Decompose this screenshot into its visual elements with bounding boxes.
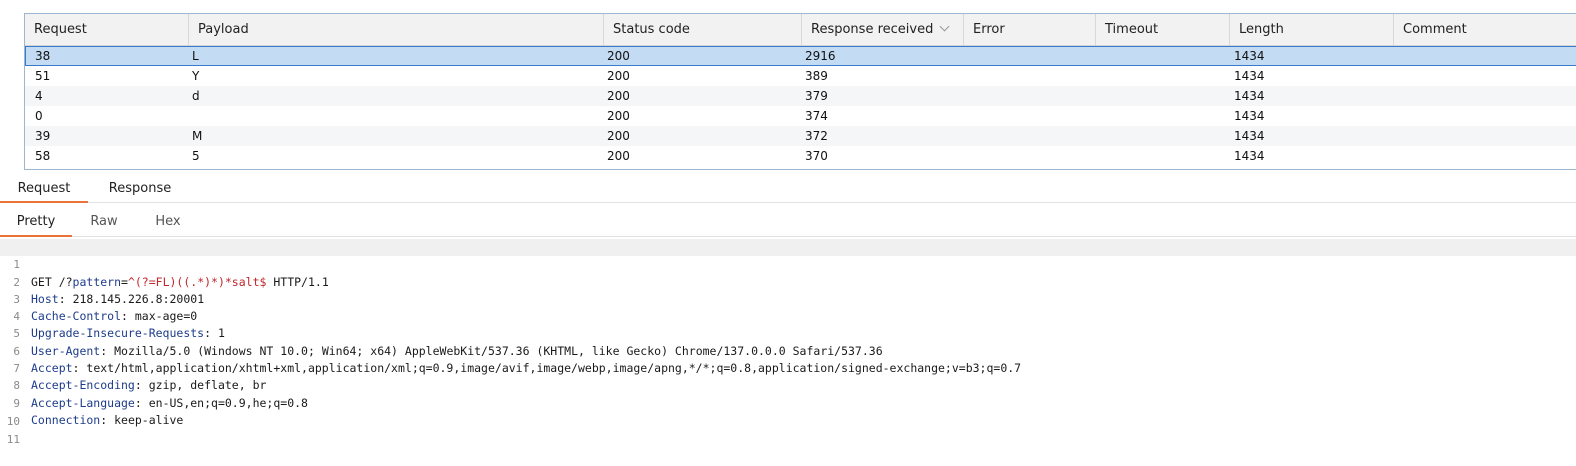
editor-line: 4 Upgrade-Insecure-Requests: 1 xyxy=(0,291,1576,340)
cell-request: 39 xyxy=(35,129,51,143)
column-header-error[interactable]: Error xyxy=(963,14,1095,45)
cell-received: 389 xyxy=(805,69,828,83)
editor-line: 2 Host: 218.145.226.8:20001 xyxy=(0,256,1576,306)
editor-line: 6 Accept: text/html,application/xhtml+xm… xyxy=(0,326,1576,375)
cell-length: 1434 xyxy=(1234,49,1265,63)
cell-payload: M xyxy=(192,129,203,143)
cell-request: 51 xyxy=(35,69,51,83)
cell-length: 1434 xyxy=(1234,149,1265,163)
cell-status: 200 xyxy=(607,109,630,123)
table-header: Request Payload Status code Response rec… xyxy=(25,14,1576,46)
request-editor[interactable]: 1 GET /?pattern=^(?=FL)((.*)*)*salt$ HTT… xyxy=(0,239,1576,446)
cell-request: 58 xyxy=(35,149,51,163)
table-row[interactable]: 38 L 200 2916 1434 xyxy=(25,46,1576,66)
cell-status: 200 xyxy=(607,149,630,163)
editor-line: 7 Accept-Encoding: gzip, deflate, br xyxy=(0,343,1576,392)
table-row[interactable]: 51 Y 200 389 1434 xyxy=(25,66,1576,86)
sort-descending-icon xyxy=(939,21,950,32)
tab-hex[interactable]: Hex xyxy=(136,206,200,236)
table-row[interactable]: 39 M 200 372 1434 xyxy=(25,126,1576,146)
cell-request: 4 xyxy=(35,89,43,103)
column-header-status-code[interactable]: Status code xyxy=(603,14,801,45)
cell-length: 1434 xyxy=(1234,69,1265,83)
column-header-comment[interactable]: Comment xyxy=(1393,14,1576,45)
cell-request: 38 xyxy=(35,49,51,63)
editor-line: 11 xyxy=(0,414,1576,446)
editor-line: 9 Connection: keep-alive xyxy=(0,377,1576,427)
cell-received: 374 xyxy=(805,109,828,123)
cell-payload: d xyxy=(192,89,200,103)
table-row[interactable]: 4 d 200 379 1434 xyxy=(25,86,1576,106)
column-header-timeout[interactable]: Timeout xyxy=(1095,14,1229,45)
cell-received: 372 xyxy=(805,129,828,143)
tab-response[interactable]: Response xyxy=(96,172,184,202)
message-tabs: Request Response xyxy=(0,172,1576,203)
cell-length: 1434 xyxy=(1234,89,1265,103)
cell-length: 1434 xyxy=(1234,109,1265,123)
editor-line: 8 Accept-Language: en-US,en;q=0.9,he;q=0… xyxy=(0,360,1576,409)
table-row[interactable]: 58 5 200 370 1434 xyxy=(25,146,1576,166)
cell-status: 200 xyxy=(607,89,630,103)
editor-line: 10 xyxy=(0,396,1576,428)
tab-raw[interactable]: Raw xyxy=(72,206,136,236)
cell-received: 379 xyxy=(805,89,828,103)
cell-payload: Y xyxy=(192,69,200,83)
table-row[interactable]: 0 200 374 1434 xyxy=(25,106,1576,126)
tab-pretty[interactable]: Pretty xyxy=(0,206,72,237)
view-tabs: Pretty Raw Hex xyxy=(0,206,1576,237)
cell-received: 370 xyxy=(805,149,828,163)
column-header-response-received[interactable]: Response received xyxy=(801,14,963,45)
line-number: 11 xyxy=(6,433,20,447)
cell-payload: 5 xyxy=(192,149,200,163)
cell-length: 1434 xyxy=(1234,129,1265,143)
results-table: Request Payload Status code Response rec… xyxy=(24,13,1576,170)
cell-request: 0 xyxy=(35,109,43,123)
cell-payload: L xyxy=(192,49,199,63)
editor-line: 3 Cache-Control: max-age=0 xyxy=(0,274,1576,323)
tab-request[interactable]: Request xyxy=(0,172,88,203)
cell-received: 2916 xyxy=(805,49,836,63)
editor-line: 5 User-Agent: Mozilla/5.0 (Windows NT 10… xyxy=(0,308,1576,357)
cell-status: 200 xyxy=(607,129,630,143)
column-header-request[interactable]: Request xyxy=(25,14,188,45)
editor-line: 1 GET /?pattern=^(?=FL)((.*)*)*salt$ HTT… xyxy=(0,239,1576,289)
cell-status: 200 xyxy=(607,69,630,83)
cell-status: 200 xyxy=(607,49,630,63)
column-header-length[interactable]: Length xyxy=(1229,14,1393,45)
column-header-payload[interactable]: Payload xyxy=(188,14,603,45)
